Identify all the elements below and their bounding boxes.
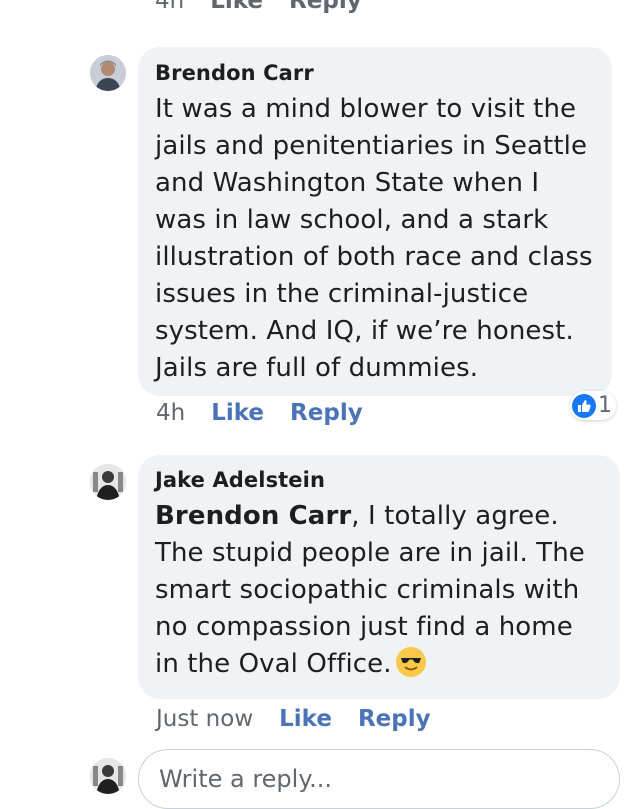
comment-bubble: Jake Adelstein Brendon Carr, I totally a… (138, 455, 620, 699)
avatar[interactable] (90, 55, 126, 91)
like-button[interactable]: Like (210, 0, 263, 14)
comment-actions: Just now Like Reply (156, 706, 431, 732)
reaction-count: 1 (598, 393, 612, 418)
avatar[interactable] (90, 464, 126, 500)
timestamp: 4h (155, 0, 185, 14)
comment-bubble: Brendon Carr It was a mind blower to vis… (138, 47, 612, 396)
timestamp: Just now (156, 706, 254, 732)
comment-actions: 4h Like Reply (156, 400, 363, 426)
like-icon (572, 393, 596, 418)
avatar (90, 758, 126, 794)
comment-author[interactable]: Brendon Carr (155, 61, 596, 85)
comment-text: It was a mind blower to visit the jails … (155, 94, 593, 383)
sunglasses-emoji-icon (395, 647, 426, 677)
reply-button[interactable]: Reply (289, 0, 362, 14)
like-button[interactable]: Like (211, 400, 264, 426)
comment-author[interactable]: Jake Adelstein (155, 468, 604, 492)
reply-button[interactable]: Reply (358, 706, 431, 732)
profile-photo-icon (90, 758, 126, 794)
timestamp: 4h (156, 400, 186, 426)
mention-link[interactable]: Brendon Carr (155, 501, 351, 531)
comment-text: Brendon Carr, I totally agree. The stupi… (155, 498, 604, 683)
reply-button[interactable]: Reply (290, 400, 363, 426)
reaction-badge[interactable]: 1 (570, 391, 616, 420)
profile-photo-icon (90, 55, 126, 91)
previous-comment-actions: 4h Like Reply (155, 0, 362, 14)
profile-photo-icon (90, 464, 126, 500)
like-button[interactable]: Like (279, 706, 332, 732)
reply-input[interactable] (157, 764, 619, 794)
reply-box[interactable] (138, 749, 620, 809)
